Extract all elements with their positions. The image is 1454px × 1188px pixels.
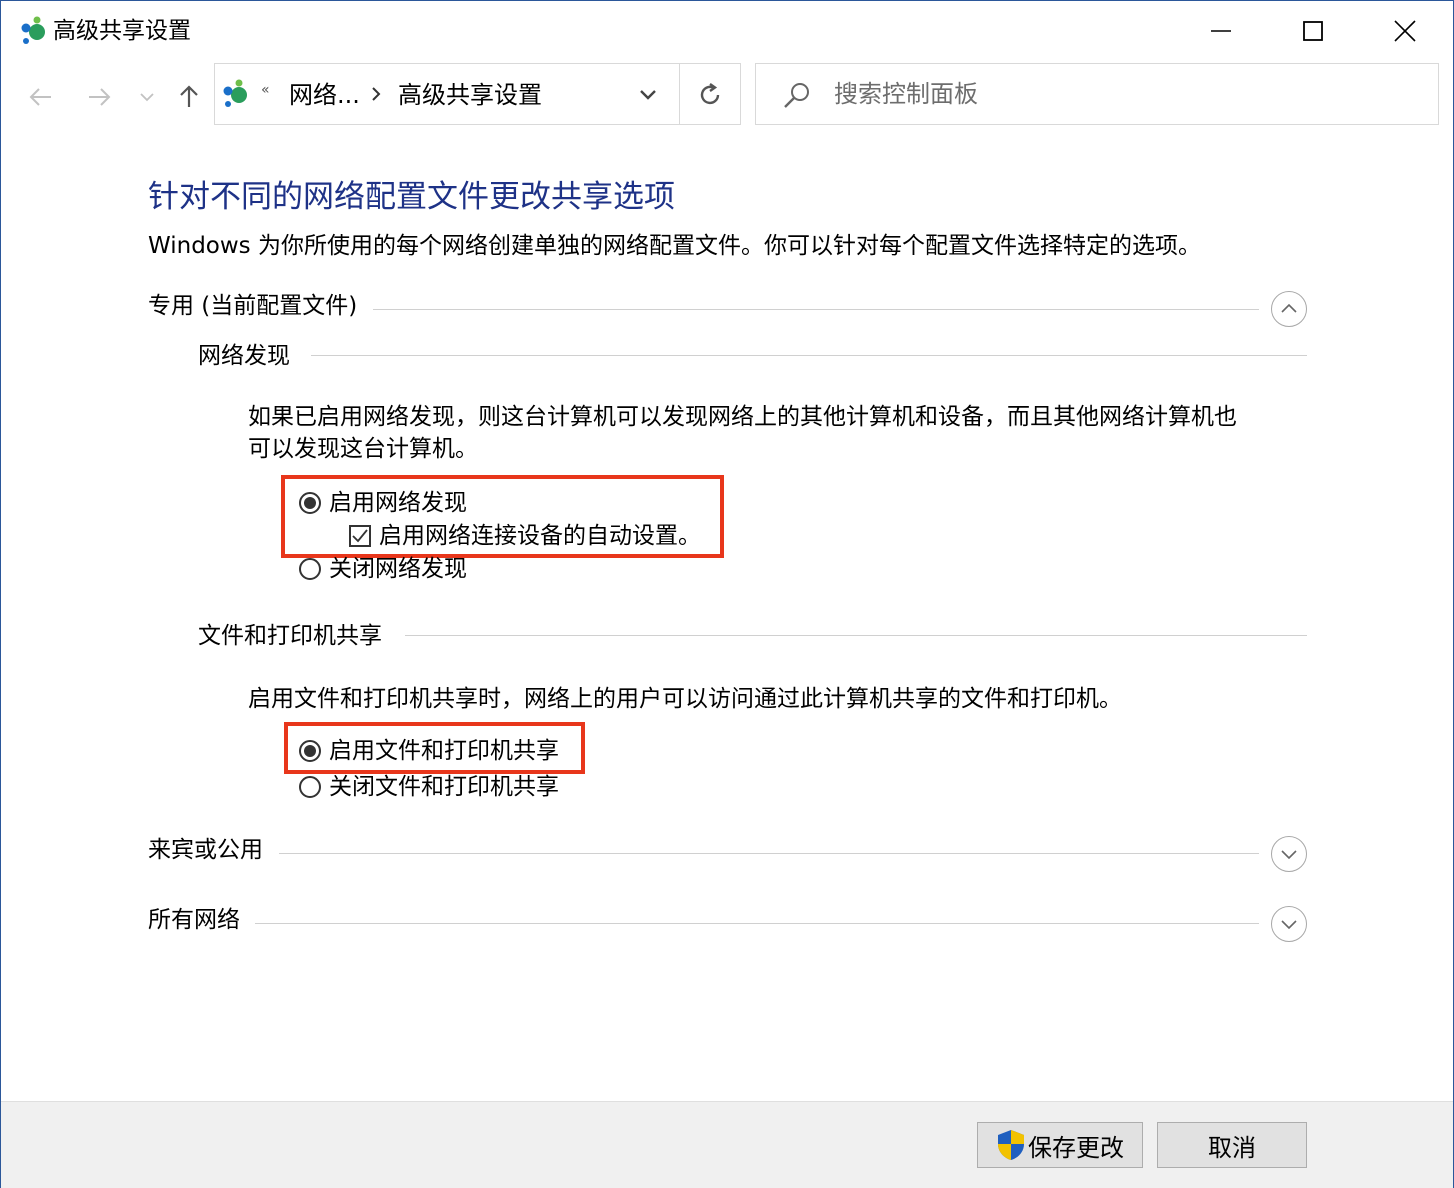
network-sharing-icon <box>223 79 247 107</box>
minimize-button[interactable] <box>1175 1 1267 61</box>
checkbox-checked[interactable] <box>349 525 371 547</box>
up-button[interactable] <box>171 79 207 115</box>
address-history-button[interactable] <box>633 82 663 108</box>
search-box[interactable] <box>755 63 1439 125</box>
expand-guest-public-button[interactable] <box>1271 836 1307 872</box>
checkbox-label: 启用网络连接设备的自动设置。 <box>379 523 701 549</box>
section-divider <box>255 923 1259 924</box>
breadcrumb-overflow[interactable]: « <box>261 82 270 98</box>
chevron-down-icon <box>140 93 154 102</box>
radio-unselected[interactable] <box>299 776 321 798</box>
chevron-down-icon <box>1281 920 1297 929</box>
chevron-down-icon <box>640 90 656 100</box>
cancel-button[interactable]: 取消 <box>1157 1122 1307 1168</box>
maximize-button[interactable] <box>1267 1 1359 61</box>
save-changes-label: 保存更改 <box>1028 1133 1124 1162</box>
section-divider <box>405 635 1307 636</box>
radio-selected[interactable] <box>299 492 321 514</box>
radio-selected[interactable] <box>299 740 321 762</box>
forward-button[interactable] <box>81 79 117 115</box>
breadcrumb-network[interactable]: 网络... <box>289 78 360 112</box>
search-icon <box>784 83 809 108</box>
arrow-up-icon <box>180 85 198 107</box>
radio-unselected[interactable] <box>299 558 321 580</box>
page-title: 针对不同的网络配置文件更改共享选项 <box>148 179 675 215</box>
maximize-icon <box>1303 21 1323 41</box>
refresh-button[interactable] <box>691 78 731 112</box>
file-printer-sharing-heading: 文件和打印机共享 <box>198 619 394 653</box>
network-discovery-heading: 网络发现 <box>198 339 302 373</box>
address-bar[interactable]: « 网络... 高级共享设置 <box>214 63 741 125</box>
section-divider <box>311 355 1307 356</box>
arrow-left-icon <box>29 88 51 106</box>
refresh-icon <box>700 83 720 105</box>
radio-label: 关闭文件和打印机共享 <box>329 774 559 800</box>
section-divider <box>373 309 1259 310</box>
arrow-right-icon <box>89 88 111 106</box>
title-bar: 高级共享设置 <box>1 1 1453 61</box>
advanced-sharing-window: 高级共享设置 « 网络... 高级共享设置 搜索控制面板 针对不同的网络配置文件… <box>0 0 1454 1188</box>
radio-label: 关闭网络发现 <box>329 556 467 582</box>
network-discovery-description-line2: 可以发现这台计算机。 <box>248 436 478 462</box>
profile-all-networks-label[interactable]: 所有网络 <box>148 903 250 937</box>
save-changes-button[interactable]: 保存更改 <box>977 1122 1143 1168</box>
checkbox-auto-setup[interactable]: 启用网络连接设备的自动设置。 <box>349 520 701 552</box>
radio-disable-network-discovery[interactable]: 关闭网络发现 <box>299 553 467 585</box>
radio-enable-file-printer-sharing[interactable]: 启用文件和打印机共享 <box>299 735 559 767</box>
radio-label: 启用文件和打印机共享 <box>329 738 559 764</box>
chevron-down-icon <box>1281 850 1297 859</box>
section-divider <box>279 853 1259 854</box>
expand-all-networks-button[interactable] <box>1271 906 1307 942</box>
footer-bar: 保存更改 取消 <box>1 1101 1453 1188</box>
radio-enable-network-discovery[interactable]: 启用网络发现 <box>299 487 467 519</box>
close-icon <box>1394 20 1416 42</box>
profile-private-label[interactable]: 专用 (当前配置文件) <box>148 289 368 323</box>
recent-locations-button[interactable] <box>131 79 163 115</box>
profile-guest-public-label[interactable]: 来宾或公用 <box>148 833 273 867</box>
chevron-right-icon[interactable] <box>371 86 381 102</box>
breadcrumb-advanced-sharing[interactable]: 高级共享设置 <box>398 78 542 112</box>
checkmark-icon <box>352 529 368 543</box>
search-input[interactable] <box>834 76 1394 112</box>
minimize-icon <box>1211 30 1231 32</box>
back-button[interactable] <box>23 79 59 115</box>
radio-label: 启用网络发现 <box>329 490 467 516</box>
network-discovery-description-line1: 如果已启用网络发现，则这台计算机可以发现网络上的其他计算机和设备，而且其他网络计… <box>248 404 1237 430</box>
close-button[interactable] <box>1359 1 1451 61</box>
page-description: Windows 为你所使用的每个网络创建单独的网络配置文件。你可以针对每个配置文… <box>148 233 1201 259</box>
chevron-up-icon <box>1281 304 1297 313</box>
network-discovery-description: 如果已启用网络发现，则这台计算机可以发现网络上的其他计算机和设备，而且其他网络计… <box>248 401 1308 465</box>
window-title: 高级共享设置 <box>53 18 191 44</box>
radio-disable-file-printer-sharing[interactable]: 关闭文件和打印机共享 <box>299 771 559 803</box>
file-printer-sharing-description: 启用文件和打印机共享时，网络上的用户可以访问通过此计算机共享的文件和打印机。 <box>248 686 1122 712</box>
address-divider <box>679 64 680 124</box>
network-sharing-icon <box>21 16 45 44</box>
collapse-private-button[interactable] <box>1271 291 1307 327</box>
uac-shield-icon <box>998 1130 1024 1160</box>
